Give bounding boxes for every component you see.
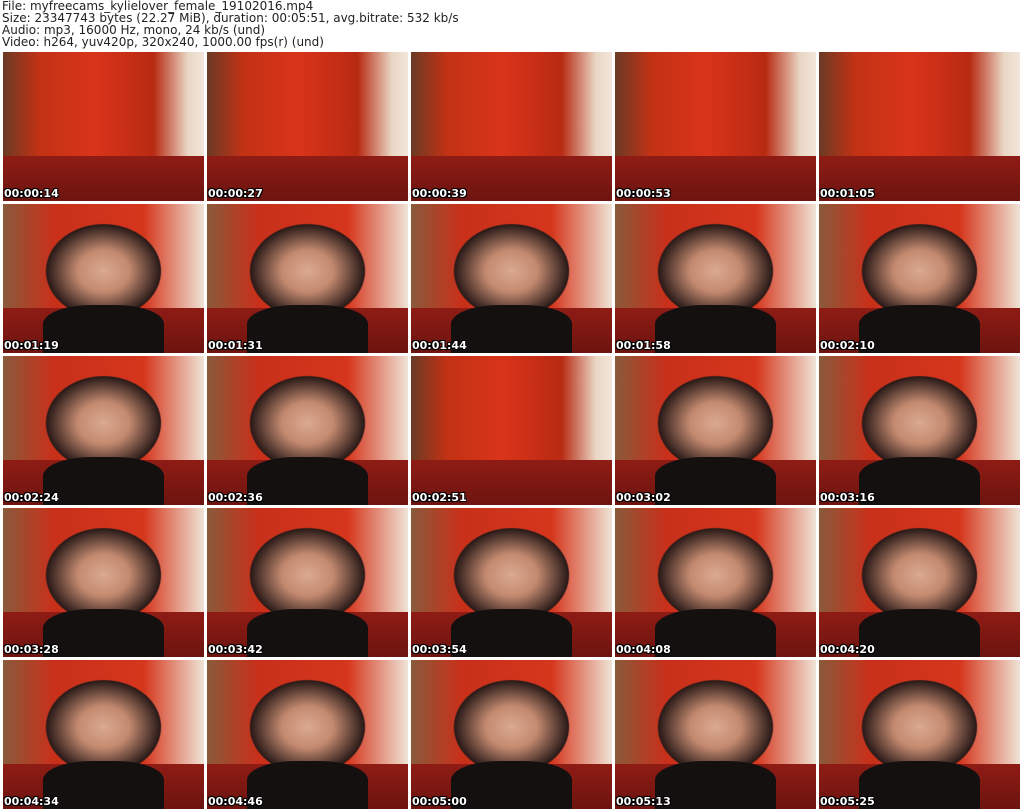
thumbnail-grid: 00:00:14 00:00:27 00:00:39 00:00:53 00:01:05… xyxy=(3,52,1020,809)
thumbnail-subject xyxy=(655,761,776,809)
video-thumbnail: 00:05:13 xyxy=(615,660,816,809)
thumbnail-subject xyxy=(451,609,572,657)
thumbnail-subject xyxy=(43,609,164,657)
thumbnail-timestamp: 00:03:42 xyxy=(208,643,263,656)
video-thumbnail: 00:00:14 xyxy=(3,52,204,201)
thumbnail-subject xyxy=(859,305,980,353)
thumbnail-timestamp: 00:04:08 xyxy=(616,643,671,656)
thumbnail-timestamp: 00:01:31 xyxy=(208,339,263,352)
video-thumbnail: 00:04:08 xyxy=(615,508,816,657)
thumbnail-timestamp: 00:02:51 xyxy=(412,491,467,504)
thumbnail-timestamp: 00:05:00 xyxy=(412,795,467,808)
thumbnail-timestamp: 00:01:19 xyxy=(4,339,59,352)
video-thumbnail: 00:02:36 xyxy=(207,356,408,505)
thumbnail-timestamp: 00:02:24 xyxy=(4,491,59,504)
thumbnail-timestamp: 00:02:10 xyxy=(820,339,875,352)
thumbnail-subject xyxy=(247,609,368,657)
video-thumbnail: 00:02:10 xyxy=(819,204,1020,353)
video-thumbnail: 00:01:05 xyxy=(819,52,1020,201)
video-thumbnail: 00:00:27 xyxy=(207,52,408,201)
video-thumbnail: 00:03:42 xyxy=(207,508,408,657)
thumbnail-subject xyxy=(859,609,980,657)
thumbnail-timestamp: 00:03:54 xyxy=(412,643,467,656)
thumbnail-timestamp: 00:02:36 xyxy=(208,491,263,504)
thumbnail-subject xyxy=(247,761,368,809)
video-thumbnail: 00:00:39 xyxy=(411,52,612,201)
video-thumbnail: 00:05:00 xyxy=(411,660,612,809)
thumbnail-subject xyxy=(451,305,572,353)
video-thumbnail: 00:04:34 xyxy=(3,660,204,809)
video-thumbnail: 00:01:19 xyxy=(3,204,204,353)
video-thumbnail: 00:02:24 xyxy=(3,356,204,505)
thumbnail-subject xyxy=(247,457,368,505)
thumbnail-subject xyxy=(451,761,572,809)
video-thumbnail: 00:03:54 xyxy=(411,508,612,657)
video-thumbnail: 00:05:25 xyxy=(819,660,1020,809)
video-thumbnail: 00:01:31 xyxy=(207,204,408,353)
video-thumbnail: 00:00:53 xyxy=(615,52,816,201)
thumbnail-timestamp: 00:04:34 xyxy=(4,795,59,808)
thumbnail-timestamp: 00:03:28 xyxy=(4,643,59,656)
video-thumbnail: 00:03:16 xyxy=(819,356,1020,505)
thumbnail-timestamp: 00:01:58 xyxy=(616,339,671,352)
thumbnail-timestamp: 00:00:39 xyxy=(412,187,467,200)
thumbnail-subject xyxy=(655,457,776,505)
thumbnail-timestamp: 00:03:02 xyxy=(616,491,671,504)
thumbnail-subject xyxy=(43,761,164,809)
video-thumbnail: 00:03:02 xyxy=(615,356,816,505)
thumbnail-timestamp: 00:04:46 xyxy=(208,795,263,808)
video-thumbnail: 00:01:58 xyxy=(615,204,816,353)
thumbnail-timestamp: 00:00:27 xyxy=(208,187,263,200)
thumbnail-subject xyxy=(43,457,164,505)
thumbnail-subject xyxy=(247,305,368,353)
thumbnail-subject xyxy=(655,609,776,657)
video-thumbnail: 00:04:46 xyxy=(207,660,408,809)
thumbnail-timestamp: 00:00:53 xyxy=(616,187,671,200)
video-thumbnail: 00:01:44 xyxy=(411,204,612,353)
video-thumbnail: 00:03:28 xyxy=(3,508,204,657)
thumbnail-timestamp: 00:03:16 xyxy=(820,491,875,504)
thumbnail-subject xyxy=(859,761,980,809)
thumbnail-timestamp: 00:05:13 xyxy=(616,795,671,808)
thumbnail-timestamp: 00:00:14 xyxy=(4,187,59,200)
thumbnail-timestamp: 00:01:44 xyxy=(412,339,467,352)
thumbnail-timestamp: 00:05:25 xyxy=(820,795,875,808)
thumbnail-subject xyxy=(859,457,980,505)
file-info-header: File: myfreecams_kylielover_female_19102… xyxy=(2,0,459,48)
video-info: Video: h264, yuv420p, 320x240, 1000.00 f… xyxy=(2,35,324,49)
thumbnail-subject xyxy=(43,305,164,353)
video-thumbnail: 00:02:51 xyxy=(411,356,612,505)
thumbnail-timestamp: 00:01:05 xyxy=(820,187,875,200)
video-thumbnail: 00:04:20 xyxy=(819,508,1020,657)
thumbnail-subject xyxy=(655,305,776,353)
thumbnail-timestamp: 00:04:20 xyxy=(820,643,875,656)
